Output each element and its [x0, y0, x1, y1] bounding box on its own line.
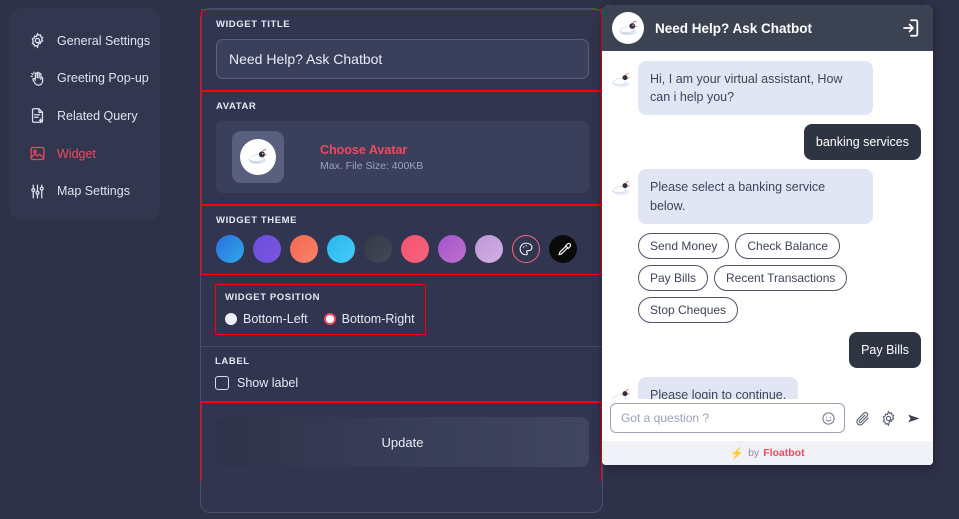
- sidebar-item-widget[interactable]: Widget: [10, 135, 160, 173]
- label-section: LABEL Show label: [201, 347, 602, 402]
- chat-title: Need Help? Ask Chatbot: [655, 20, 813, 36]
- theme-swatch-blue[interactable]: [216, 235, 244, 263]
- position-radio-list: Bottom-Left Bottom-Right: [225, 312, 415, 326]
- theme-swatch-pink-red[interactable]: [401, 235, 429, 263]
- chat-row-user: banking services: [610, 124, 921, 161]
- app-root: General Settings Greeting Pop-up Related…: [0, 0, 959, 519]
- radio-dot-unselected: [225, 313, 237, 325]
- chat-widget-preview: Need Help? Ask Chatbot Hi, I am your vir…: [602, 5, 933, 465]
- emoji-icon[interactable]: [821, 411, 836, 426]
- bot-avatar-icon: [610, 387, 634, 399]
- widget-position-group: WIDGET POSITION Bottom-Left Bottom-Right: [215, 284, 426, 335]
- checkbox-icon: [215, 376, 229, 390]
- chat-row-bot: Please select a banking service below.: [610, 169, 921, 224]
- gear-icon: [28, 32, 46, 50]
- sidebar-item-label: Greeting Pop-up: [57, 71, 149, 86]
- chat-footer: ⚡ by Floatbot: [602, 441, 933, 465]
- widget-settings-panel: WIDGET TITLE AVATAR: [200, 8, 603, 513]
- avatar-label: AVATAR: [216, 101, 257, 112]
- sidebar-item-related-query[interactable]: Related Query: [10, 97, 160, 135]
- widget-title-label: WIDGET TITLE: [216, 19, 291, 30]
- theme-swatch-purple-pink[interactable]: [438, 235, 466, 263]
- service-quick-replies: Send Money Check Balance Pay Bills Recen…: [638, 232, 900, 323]
- document-add-icon: [28, 107, 46, 125]
- label-section-label: LABEL: [215, 356, 250, 367]
- attachment-icon[interactable]: [854, 410, 871, 427]
- user-message-bubble: banking services: [803, 124, 921, 161]
- waving-hand-icon: [28, 69, 46, 87]
- widget-position-label: WIDGET POSITION: [225, 292, 321, 303]
- lightning-bolt-icon: ⚡: [730, 447, 745, 460]
- theme-swatch-dark-gray[interactable]: [364, 235, 392, 263]
- radio-label: Bottom-Left: [243, 312, 308, 326]
- quick-reply-stop-cheques[interactable]: Stop Cheques: [638, 296, 739, 323]
- theme-swatch-purple[interactable]: [253, 235, 281, 263]
- widget-position-section: WIDGET POSITION Bottom-Left Bottom-Right: [201, 275, 602, 347]
- show-label-text: Show label: [237, 376, 299, 390]
- sidebar-item-label: Map Settings: [57, 184, 130, 199]
- sidebar: General Settings Greeting Pop-up Related…: [10, 8, 160, 220]
- chat-message-list: Hi, I am your virtual assistant, How can…: [602, 51, 933, 399]
- bot-avatar-icon: [610, 179, 634, 197]
- avatar-section: AVATAR Choose Avatar Max. File Size: 400…: [201, 91, 602, 205]
- widget-theme-label: WIDGET THEME: [216, 215, 298, 226]
- custom-color-palette-icon[interactable]: [512, 235, 540, 263]
- widget-title-section: WIDGET TITLE: [201, 9, 602, 91]
- update-button[interactable]: Update: [216, 417, 589, 467]
- chat-input-wrapper: [610, 403, 845, 433]
- chat-row-bot: Please login to continue.: [610, 376, 921, 399]
- avatar-text-block: Choose Avatar Max. File Size: 400KB: [320, 143, 423, 172]
- radio-label: Bottom-Right: [341, 312, 415, 326]
- theme-swatch-coral[interactable]: [290, 235, 318, 263]
- sidebar-item-greeting-popup[interactable]: Greeting Pop-up: [10, 60, 160, 98]
- sidebar-item-general-settings[interactable]: General Settings: [10, 22, 160, 60]
- chat-input-row: [602, 399, 933, 441]
- exit-icon[interactable]: [899, 17, 921, 39]
- bot-message-bubble: Please login to continue.: [638, 376, 799, 399]
- quick-reply-pay-bills[interactable]: Pay Bills: [638, 264, 709, 291]
- chat-message-input[interactable]: [621, 411, 821, 425]
- update-section: Update: [201, 402, 602, 481]
- bot-message-bubble: Please select a banking service below.: [638, 169, 873, 224]
- choose-avatar-button[interactable]: Choose Avatar: [320, 143, 423, 157]
- quick-reply-send-money[interactable]: Send Money: [638, 232, 730, 259]
- bird-avatar-icon: [240, 139, 276, 175]
- bot-avatar-icon: [610, 71, 634, 89]
- sidebar-item-label: Widget: [57, 146, 96, 161]
- sidebar-item-map-settings[interactable]: Map Settings: [10, 172, 160, 210]
- sidebar-item-label: Related Query: [57, 108, 138, 123]
- avatar-thumbnail: [232, 131, 284, 183]
- radio-dot-selected: [323, 313, 336, 325]
- quick-reply-recent-transactions[interactable]: Recent Transactions: [714, 264, 848, 291]
- avatar-upload-box[interactable]: Choose Avatar Max. File Size: 400KB: [216, 121, 589, 193]
- bot-message-bubble: Hi, I am your virtual assistant, How can…: [638, 61, 873, 116]
- settings-icon[interactable]: [880, 410, 897, 427]
- image-icon: [28, 145, 46, 163]
- chat-row-bot: Hi, I am your virtual assistant, How can…: [610, 61, 921, 116]
- radio-bottom-left[interactable]: Bottom-Left: [225, 312, 308, 326]
- footer-by-text: by: [748, 447, 760, 459]
- radio-bottom-right[interactable]: Bottom-Right: [323, 312, 415, 326]
- theme-swatch-cyan[interactable]: [327, 235, 355, 263]
- quick-reply-check-balance[interactable]: Check Balance: [735, 232, 841, 259]
- theme-swatch-list: [216, 235, 589, 263]
- sliders-icon: [28, 182, 46, 200]
- send-icon[interactable]: [906, 410, 923, 427]
- widget-theme-section: WIDGET THEME: [201, 205, 602, 275]
- avatar-size-hint: Max. File Size: 400KB: [320, 159, 424, 172]
- show-label-checkbox-row[interactable]: Show label: [215, 376, 590, 390]
- chat-row-user: Pay Bills: [610, 331, 921, 368]
- chat-header: Need Help? Ask Chatbot: [602, 5, 933, 51]
- eyedropper-icon[interactable]: [549, 235, 577, 263]
- theme-swatch-lavender[interactable]: [475, 235, 503, 263]
- chat-header-avatar: [612, 12, 644, 44]
- widget-title-input[interactable]: [216, 39, 589, 79]
- user-message-bubble: Pay Bills: [849, 331, 921, 368]
- footer-brand[interactable]: Floatbot: [763, 447, 804, 459]
- sidebar-item-label: General Settings: [57, 33, 151, 48]
